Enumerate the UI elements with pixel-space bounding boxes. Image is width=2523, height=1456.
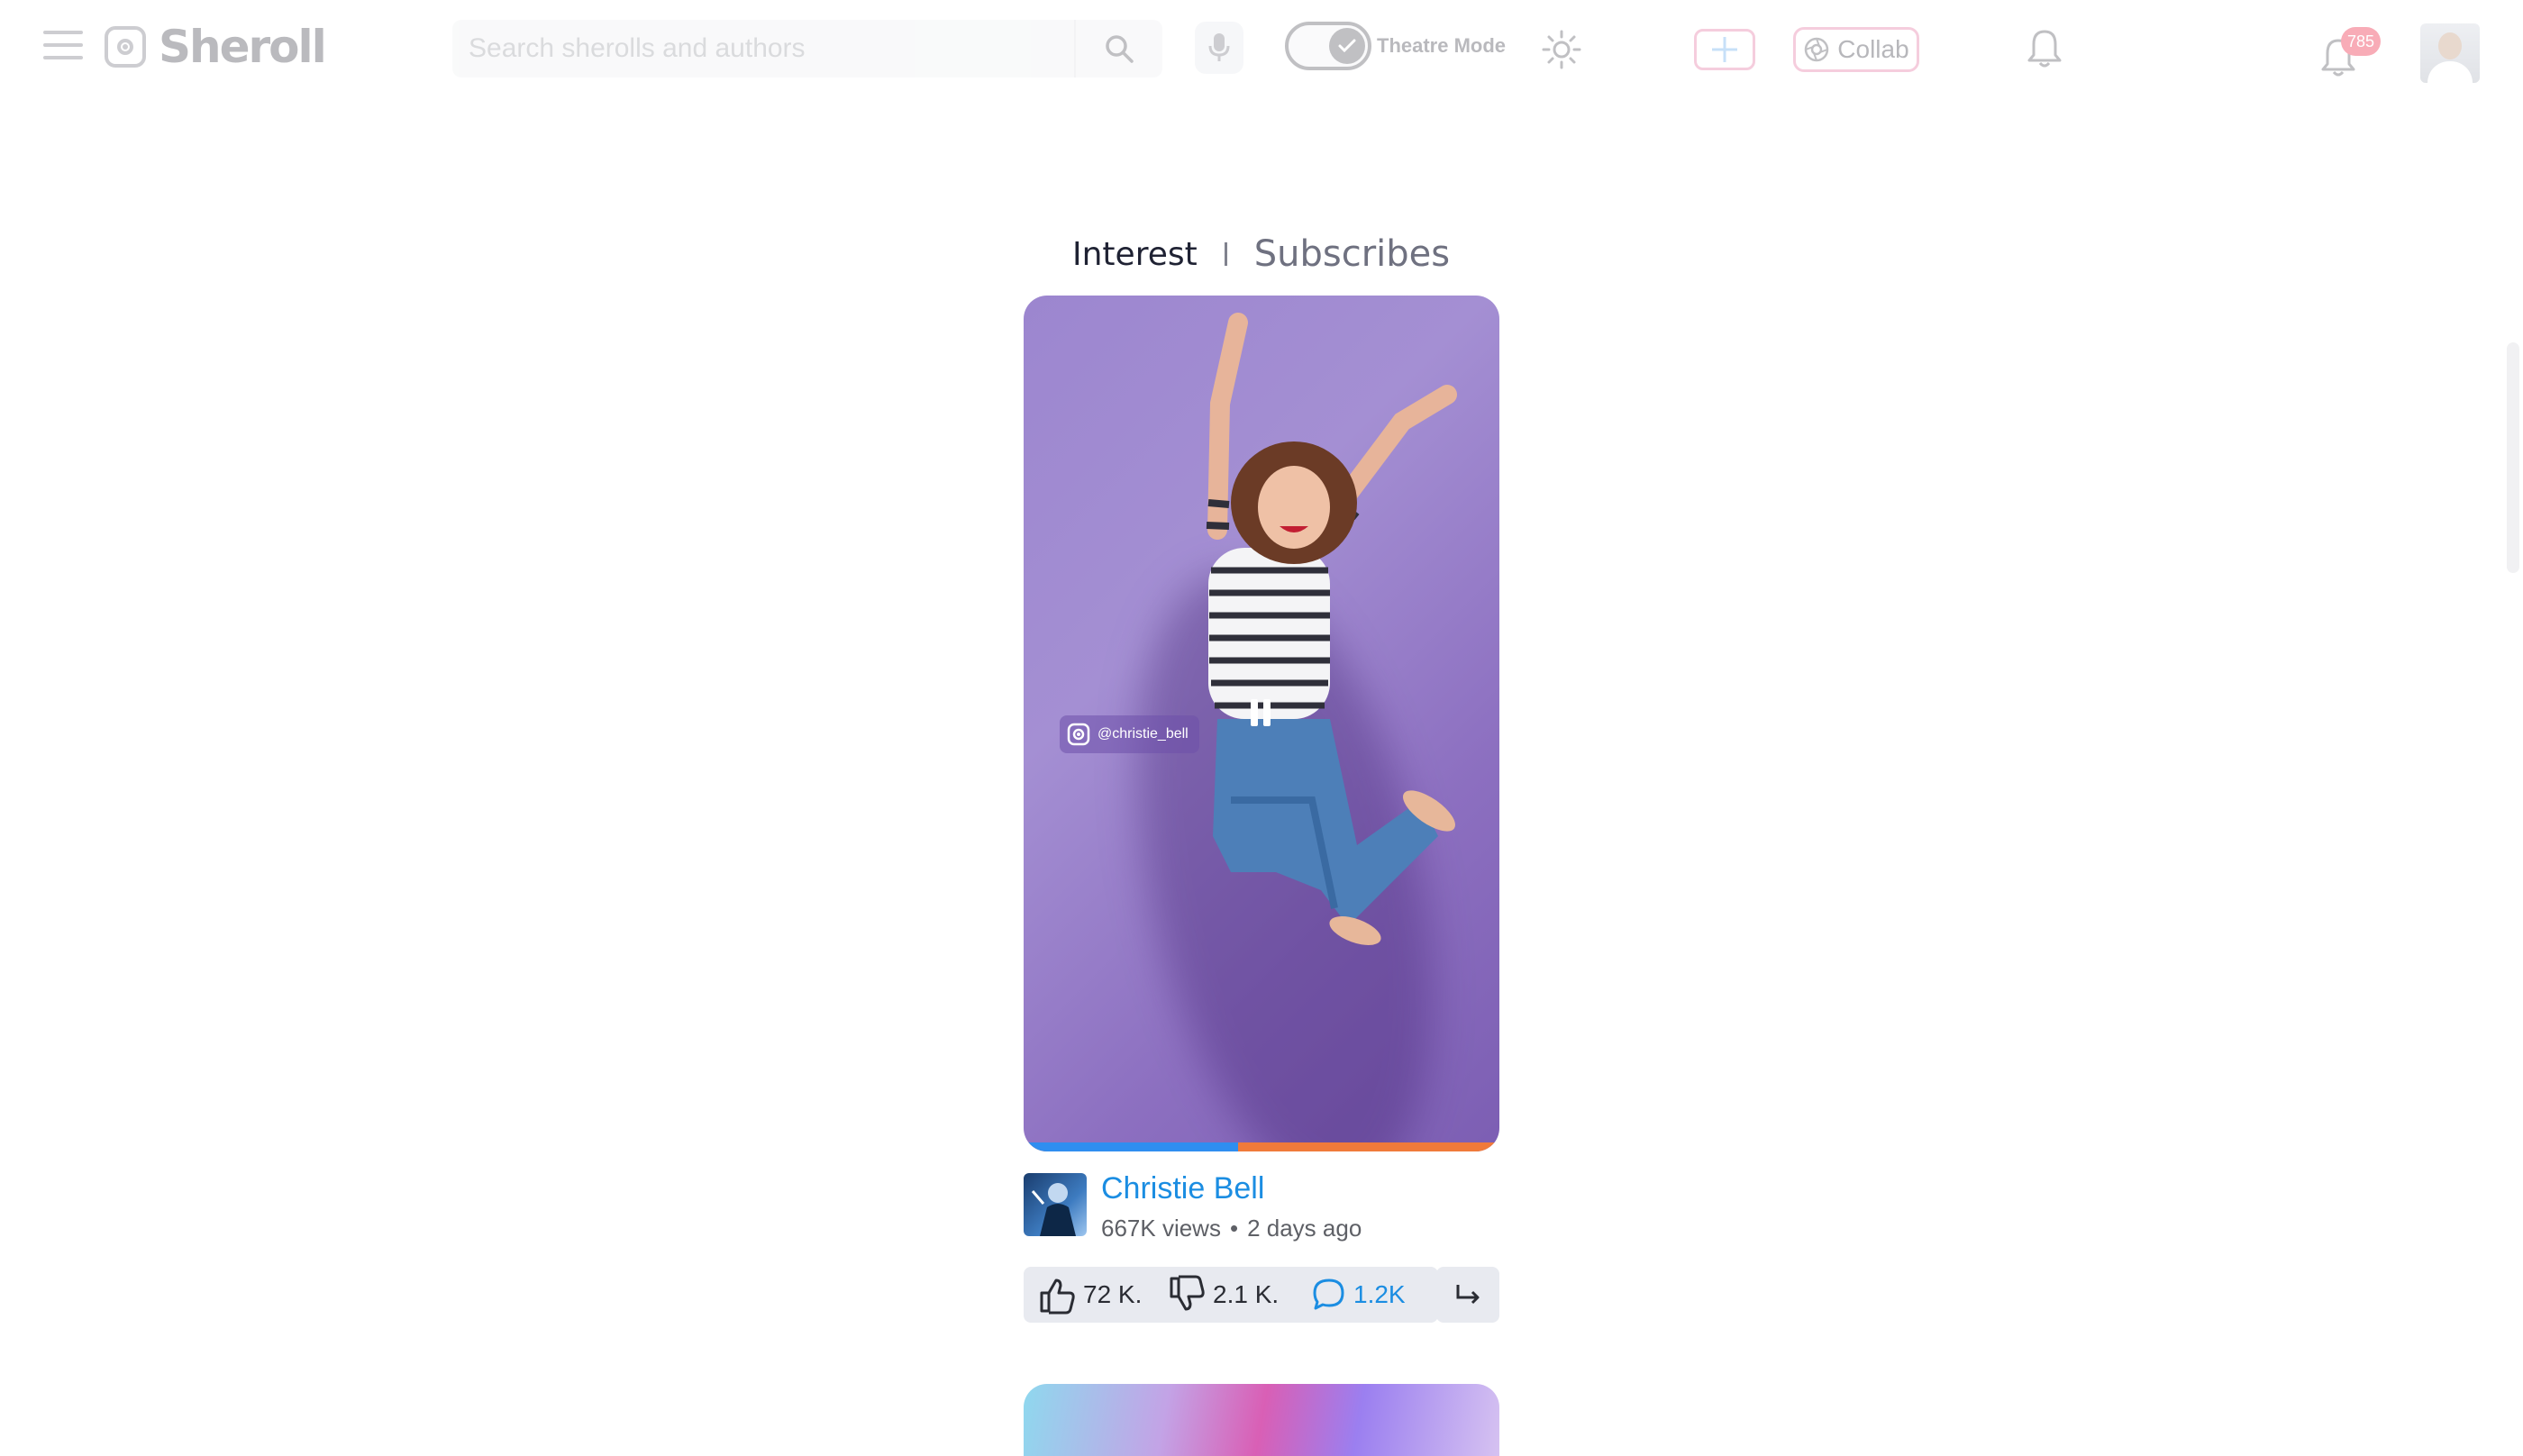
video-progress-fill [1024, 1142, 1238, 1151]
meta-separator: • [1229, 1215, 1239, 1242]
share-button[interactable] [1436, 1267, 1499, 1323]
author-handle: @christie_bell [1098, 726, 1189, 742]
tab-subscribes[interactable]: Subscribes [1254, 233, 1450, 275]
search-icon [1106, 35, 1134, 63]
user-avatar[interactable] [2420, 23, 2480, 83]
top-bar: Sheroll Theatre Mode Collab [0, 0, 2523, 99]
create-button[interactable] [1694, 29, 1755, 70]
like-count: 72 K. [1083, 1280, 1143, 1308]
dislike-count: 2.1 K. [1213, 1280, 1280, 1308]
collab-label: Collab [1837, 35, 1909, 63]
check-icon [1338, 39, 1356, 53]
collab-button[interactable]: Collab [1793, 27, 1919, 72]
comment-count: 1.2K [1353, 1280, 1406, 1308]
logo-text: Sheroll [159, 21, 327, 73]
logo-icon [1067, 723, 1090, 746]
bell-icon[interactable] [2024, 27, 2065, 72]
logo-icon [105, 26, 146, 68]
pause-icon[interactable] [1249, 699, 1272, 726]
search-input[interactable] [452, 20, 1074, 77]
video-meta: 667K views • 2 days ago [1101, 1215, 1362, 1242]
comment-button[interactable]: 1.2K [1310, 1267, 1406, 1323]
reaction-bar: 72 K. 2.1 K. 1.2K [1024, 1267, 1438, 1323]
toggle-knob [1329, 28, 1365, 64]
microphone-icon [1208, 33, 1230, 61]
search-button[interactable] [1074, 20, 1162, 77]
theatre-mode-toggle[interactable] [1285, 22, 1371, 70]
next-video-card[interactable] [1024, 1384, 1499, 1456]
scrollbar[interactable] [2507, 342, 2519, 573]
tab-separator [1224, 242, 1227, 266]
search-bar [452, 20, 1162, 77]
sun-icon[interactable] [1541, 29, 1582, 70]
voice-search-button[interactable] [1195, 22, 1243, 74]
thumbs-up-icon [1040, 1279, 1075, 1315]
like-button[interactable]: 72 K. [1038, 1267, 1142, 1323]
video-progress-bar[interactable] [1024, 1142, 1499, 1151]
notification-badge: 785 [2341, 27, 2381, 56]
upload-age: 2 days ago [1247, 1215, 1362, 1242]
view-count: 667K views [1101, 1215, 1221, 1242]
tab-interest[interactable]: Interest [1072, 236, 1198, 273]
menu-icon[interactable] [43, 29, 83, 61]
thumbs-down-icon [1170, 1275, 1205, 1311]
author-name[interactable]: Christie Bell [1101, 1171, 1264, 1206]
author-avatar[interactable] [1024, 1173, 1087, 1236]
share-arrow-icon [1456, 1285, 1480, 1305]
author-handle-chip[interactable]: @christie_bell [1060, 715, 1199, 753]
logo[interactable]: Sheroll [105, 21, 327, 73]
dislike-button[interactable]: 2.1 K. [1168, 1267, 1279, 1323]
theatre-mode-label: Theatre Mode [1377, 34, 1507, 57]
feed-tabs: Interest Subscribes [1072, 227, 1450, 281]
plus-icon [1712, 37, 1737, 62]
author-avatar-image [1031, 1183, 1076, 1236]
comment-icon [1313, 1279, 1344, 1310]
video-player[interactable]: @christie_bell [1024, 296, 1499, 1151]
aperture-icon [1805, 37, 1829, 62]
